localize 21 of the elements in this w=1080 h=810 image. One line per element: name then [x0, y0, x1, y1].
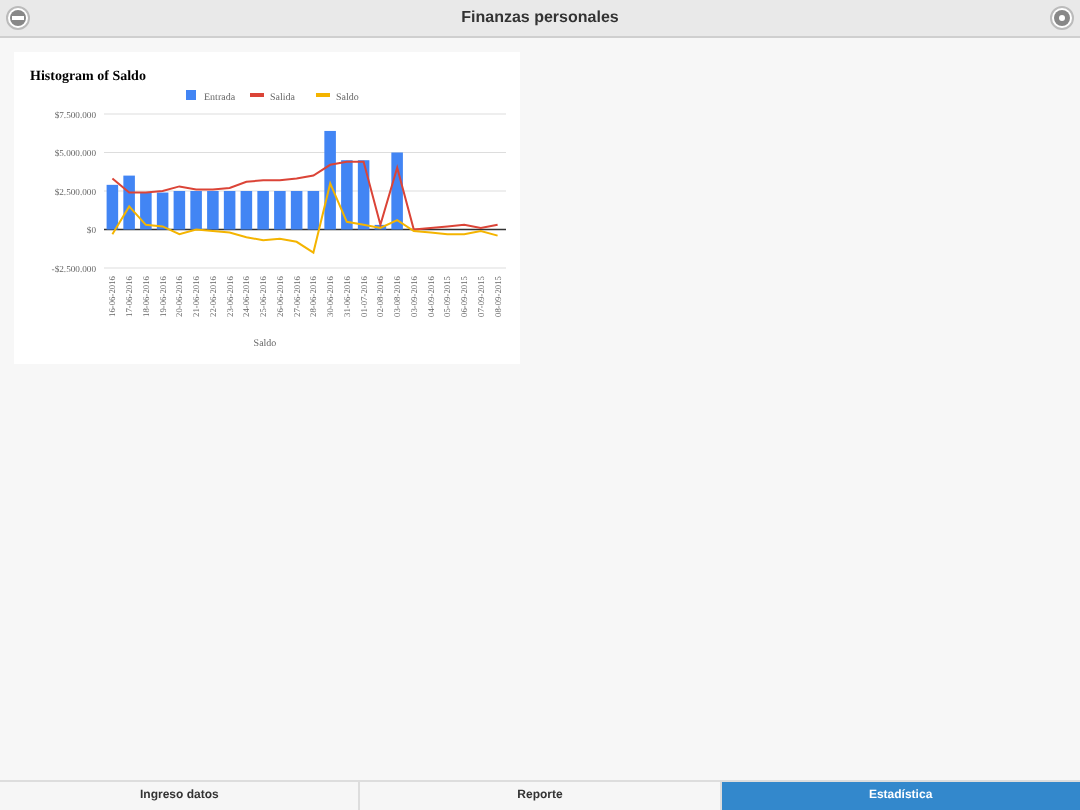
bar [156, 192, 169, 230]
bar [391, 152, 403, 230]
bar [106, 184, 119, 230]
bar [207, 191, 219, 230]
bar [324, 130, 336, 230]
bar [307, 191, 320, 230]
bar [123, 175, 135, 230]
app-title: Finanzas personales [461, 6, 619, 30]
menu-icon[interactable] [6, 6, 30, 30]
bar [190, 191, 202, 230]
bar [140, 192, 152, 230]
bar [290, 191, 303, 230]
bar [374, 224, 387, 230]
bar [257, 191, 269, 230]
bar [341, 160, 353, 230]
bar [274, 191, 286, 230]
bar [240, 191, 253, 230]
bar [173, 191, 186, 230]
bar [357, 160, 370, 230]
bar [223, 191, 236, 230]
add-icon[interactable] [1049, 6, 1074, 30]
